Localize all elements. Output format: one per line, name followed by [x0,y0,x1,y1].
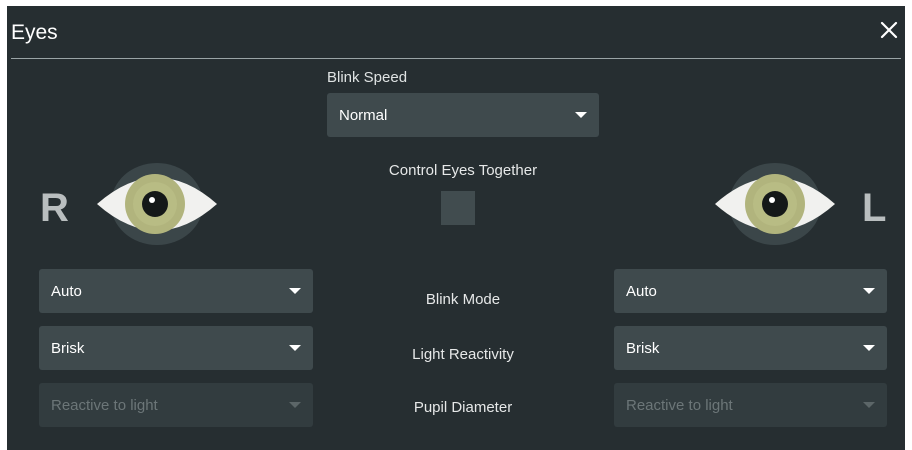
control-together-label: Control Eyes Together [388,162,538,179]
right-pupil-diameter-value: Reactive to light [51,396,158,414]
eyes-dialog: Eyes Blink Speed Normal Control Eyes Tog… [7,6,905,450]
chevron-down-icon [289,402,301,408]
left-pupil-diameter-value: Reactive to light [626,396,733,414]
blink-mode-label: Blink Mode [425,291,501,308]
blink-speed-label: Blink Speed [327,69,408,86]
chevron-down-icon [575,112,587,118]
left-blink-mode-select[interactable]: Auto [614,269,887,313]
left-light-reactivity-select[interactable]: Brisk [614,326,887,370]
right-blink-mode-select[interactable]: Auto [39,269,313,313]
right-blink-mode-value: Auto [51,282,82,300]
chevron-down-icon [863,402,875,408]
left-eye-icon [715,163,835,245]
left-eye-letter: L [862,186,887,230]
close-button[interactable] [877,18,901,42]
left-blink-mode-value: Auto [626,282,657,300]
right-light-reactivity-value: Brisk [51,339,85,357]
chevron-down-icon [863,288,875,294]
chevron-down-icon [289,288,301,294]
right-eye-letter: R [40,186,69,230]
blink-speed-select[interactable]: Normal [327,93,599,137]
chevron-down-icon [289,345,301,351]
right-eye-icon [97,163,217,245]
close-icon [880,21,898,39]
control-together-checkbox[interactable] [441,191,475,225]
dialog-title: Eyes [11,21,58,44]
right-light-reactivity-select[interactable]: Brisk [39,326,313,370]
title-divider [11,58,901,59]
chevron-down-icon [863,345,875,351]
left-light-reactivity-value: Brisk [626,339,660,357]
left-pupil-diameter-select: Reactive to light [614,383,887,427]
right-pupil-diameter-select: Reactive to light [39,383,313,427]
pupil-diameter-label: Pupil Diameter [413,399,513,416]
light-reactivity-label: Light Reactivity [412,346,514,363]
blink-speed-value: Normal [339,106,388,124]
